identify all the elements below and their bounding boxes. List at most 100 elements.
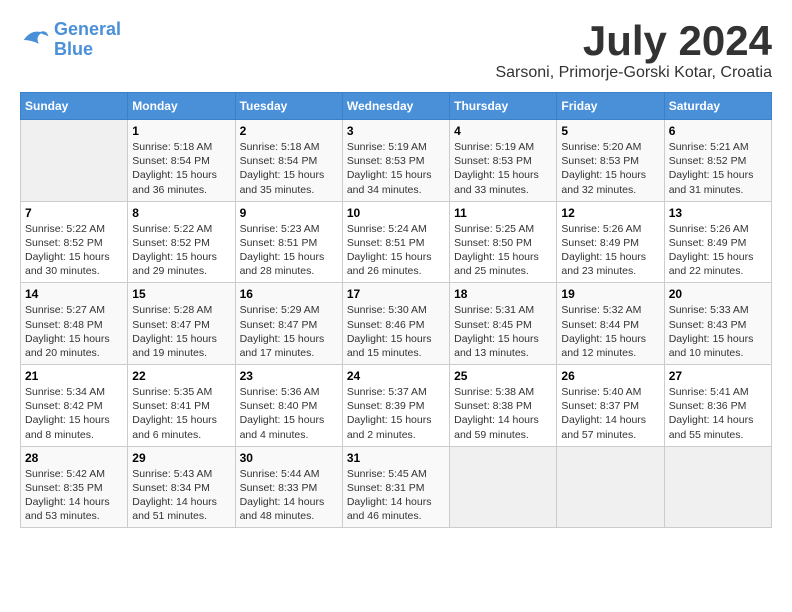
sunset-text: Sunset: 8:52 PM xyxy=(132,236,230,250)
day-info: Sunrise: 5:29 AM Sunset: 8:47 PM Dayligh… xyxy=(240,303,338,360)
day-number: 25 xyxy=(454,369,552,383)
day-info: Sunrise: 5:45 AM Sunset: 8:31 PM Dayligh… xyxy=(347,467,445,524)
sunrise-text: Sunrise: 5:36 AM xyxy=(240,385,338,399)
day-info: Sunrise: 5:44 AM Sunset: 8:33 PM Dayligh… xyxy=(240,467,338,524)
calendar-cell: 23 Sunrise: 5:36 AM Sunset: 8:40 PM Dayl… xyxy=(235,365,342,447)
sunset-text: Sunset: 8:35 PM xyxy=(25,481,123,495)
sunset-text: Sunset: 8:54 PM xyxy=(132,154,230,168)
sunrise-text: Sunrise: 5:42 AM xyxy=(25,467,123,481)
sunrise-text: Sunrise: 5:18 AM xyxy=(240,140,338,154)
day-number: 12 xyxy=(561,206,659,220)
week-row-3: 14 Sunrise: 5:27 AM Sunset: 8:48 PM Dayl… xyxy=(21,283,772,365)
daylight-text: Daylight: 15 hours and 33 minutes. xyxy=(454,168,552,196)
day-number: 11 xyxy=(454,206,552,220)
calendar-cell: 3 Sunrise: 5:19 AM Sunset: 8:53 PM Dayli… xyxy=(342,120,449,202)
sunrise-text: Sunrise: 5:19 AM xyxy=(454,140,552,154)
calendar-cell: 6 Sunrise: 5:21 AM Sunset: 8:52 PM Dayli… xyxy=(664,120,771,202)
sunset-text: Sunset: 8:50 PM xyxy=(454,236,552,250)
daylight-text: Daylight: 14 hours and 48 minutes. xyxy=(240,495,338,523)
daylight-text: Daylight: 15 hours and 6 minutes. xyxy=(132,413,230,441)
sunrise-text: Sunrise: 5:35 AM xyxy=(132,385,230,399)
weekday-header-thursday: Thursday xyxy=(450,93,557,120)
sunrise-text: Sunrise: 5:19 AM xyxy=(347,140,445,154)
day-number: 20 xyxy=(669,287,767,301)
day-info: Sunrise: 5:41 AM Sunset: 8:36 PM Dayligh… xyxy=(669,385,767,442)
sunrise-text: Sunrise: 5:28 AM xyxy=(132,303,230,317)
day-info: Sunrise: 5:19 AM Sunset: 8:53 PM Dayligh… xyxy=(347,140,445,197)
daylight-text: Daylight: 15 hours and 26 minutes. xyxy=(347,250,445,278)
sunset-text: Sunset: 8:49 PM xyxy=(561,236,659,250)
daylight-text: Daylight: 15 hours and 30 minutes. xyxy=(25,250,123,278)
day-info: Sunrise: 5:21 AM Sunset: 8:52 PM Dayligh… xyxy=(669,140,767,197)
sunset-text: Sunset: 8:51 PM xyxy=(240,236,338,250)
calendar-cell: 9 Sunrise: 5:23 AM Sunset: 8:51 PM Dayli… xyxy=(235,201,342,283)
weekday-header-tuesday: Tuesday xyxy=(235,93,342,120)
sunrise-text: Sunrise: 5:44 AM xyxy=(240,467,338,481)
sunset-text: Sunset: 8:53 PM xyxy=(561,154,659,168)
sunrise-text: Sunrise: 5:43 AM xyxy=(132,467,230,481)
calendar-cell: 11 Sunrise: 5:25 AM Sunset: 8:50 PM Dayl… xyxy=(450,201,557,283)
day-number: 14 xyxy=(25,287,123,301)
day-number: 29 xyxy=(132,451,230,465)
calendar-cell: 5 Sunrise: 5:20 AM Sunset: 8:53 PM Dayli… xyxy=(557,120,664,202)
sunset-text: Sunset: 8:34 PM xyxy=(132,481,230,495)
calendar-cell: 25 Sunrise: 5:38 AM Sunset: 8:38 PM Dayl… xyxy=(450,365,557,447)
sunrise-text: Sunrise: 5:30 AM xyxy=(347,303,445,317)
day-number: 27 xyxy=(669,369,767,383)
calendar-cell: 17 Sunrise: 5:30 AM Sunset: 8:46 PM Dayl… xyxy=(342,283,449,365)
sunset-text: Sunset: 8:41 PM xyxy=(132,399,230,413)
day-info: Sunrise: 5:34 AM Sunset: 8:42 PM Dayligh… xyxy=(25,385,123,442)
sunset-text: Sunset: 8:43 PM xyxy=(669,318,767,332)
daylight-text: Daylight: 14 hours and 51 minutes. xyxy=(132,495,230,523)
sunset-text: Sunset: 8:52 PM xyxy=(25,236,123,250)
calendar-cell: 24 Sunrise: 5:37 AM Sunset: 8:39 PM Dayl… xyxy=(342,365,449,447)
daylight-text: Daylight: 15 hours and 8 minutes. xyxy=(25,413,123,441)
day-number: 1 xyxy=(132,124,230,138)
month-year-title: July 2024 xyxy=(495,20,772,62)
day-info: Sunrise: 5:40 AM Sunset: 8:37 PM Dayligh… xyxy=(561,385,659,442)
sunrise-text: Sunrise: 5:41 AM xyxy=(669,385,767,399)
day-info: Sunrise: 5:26 AM Sunset: 8:49 PM Dayligh… xyxy=(561,222,659,279)
sunrise-text: Sunrise: 5:22 AM xyxy=(132,222,230,236)
week-row-1: 1 Sunrise: 5:18 AM Sunset: 8:54 PM Dayli… xyxy=(21,120,772,202)
sunset-text: Sunset: 8:45 PM xyxy=(454,318,552,332)
daylight-text: Daylight: 15 hours and 31 minutes. xyxy=(669,168,767,196)
calendar-cell: 28 Sunrise: 5:42 AM Sunset: 8:35 PM Dayl… xyxy=(21,446,128,528)
day-number: 21 xyxy=(25,369,123,383)
location-subtitle: Sarsoni, Primorje-Gorski Kotar, Croatia xyxy=(495,64,772,82)
weekday-header-sunday: Sunday xyxy=(21,93,128,120)
sunrise-text: Sunrise: 5:29 AM xyxy=(240,303,338,317)
day-info: Sunrise: 5:24 AM Sunset: 8:51 PM Dayligh… xyxy=(347,222,445,279)
calendar-cell: 19 Sunrise: 5:32 AM Sunset: 8:44 PM Dayl… xyxy=(557,283,664,365)
calendar-cell: 22 Sunrise: 5:35 AM Sunset: 8:41 PM Dayl… xyxy=(128,365,235,447)
weekday-header-wednesday: Wednesday xyxy=(342,93,449,120)
calendar-cell: 7 Sunrise: 5:22 AM Sunset: 8:52 PM Dayli… xyxy=(21,201,128,283)
daylight-text: Daylight: 15 hours and 32 minutes. xyxy=(561,168,659,196)
daylight-text: Daylight: 15 hours and 4 minutes. xyxy=(240,413,338,441)
calendar-cell: 26 Sunrise: 5:40 AM Sunset: 8:37 PM Dayl… xyxy=(557,365,664,447)
sunrise-text: Sunrise: 5:23 AM xyxy=(240,222,338,236)
day-info: Sunrise: 5:32 AM Sunset: 8:44 PM Dayligh… xyxy=(561,303,659,360)
sunrise-text: Sunrise: 5:40 AM xyxy=(561,385,659,399)
week-row-5: 28 Sunrise: 5:42 AM Sunset: 8:35 PM Dayl… xyxy=(21,446,772,528)
daylight-text: Daylight: 15 hours and 29 minutes. xyxy=(132,250,230,278)
sunset-text: Sunset: 8:40 PM xyxy=(240,399,338,413)
daylight-text: Daylight: 15 hours and 10 minutes. xyxy=(669,332,767,360)
sunrise-text: Sunrise: 5:25 AM xyxy=(454,222,552,236)
weekday-header-friday: Friday xyxy=(557,93,664,120)
day-number: 18 xyxy=(454,287,552,301)
sunset-text: Sunset: 8:53 PM xyxy=(347,154,445,168)
day-info: Sunrise: 5:23 AM Sunset: 8:51 PM Dayligh… xyxy=(240,222,338,279)
calendar-table: SundayMondayTuesdayWednesdayThursdayFrid… xyxy=(20,92,772,528)
day-number: 4 xyxy=(454,124,552,138)
day-number: 8 xyxy=(132,206,230,220)
day-info: Sunrise: 5:33 AM Sunset: 8:43 PM Dayligh… xyxy=(669,303,767,360)
calendar-cell: 30 Sunrise: 5:44 AM Sunset: 8:33 PM Dayl… xyxy=(235,446,342,528)
day-info: Sunrise: 5:25 AM Sunset: 8:50 PM Dayligh… xyxy=(454,222,552,279)
day-number: 9 xyxy=(240,206,338,220)
sunset-text: Sunset: 8:46 PM xyxy=(347,318,445,332)
calendar-cell: 12 Sunrise: 5:26 AM Sunset: 8:49 PM Dayl… xyxy=(557,201,664,283)
day-number: 31 xyxy=(347,451,445,465)
calendar-cell xyxy=(664,446,771,528)
day-info: Sunrise: 5:26 AM Sunset: 8:49 PM Dayligh… xyxy=(669,222,767,279)
